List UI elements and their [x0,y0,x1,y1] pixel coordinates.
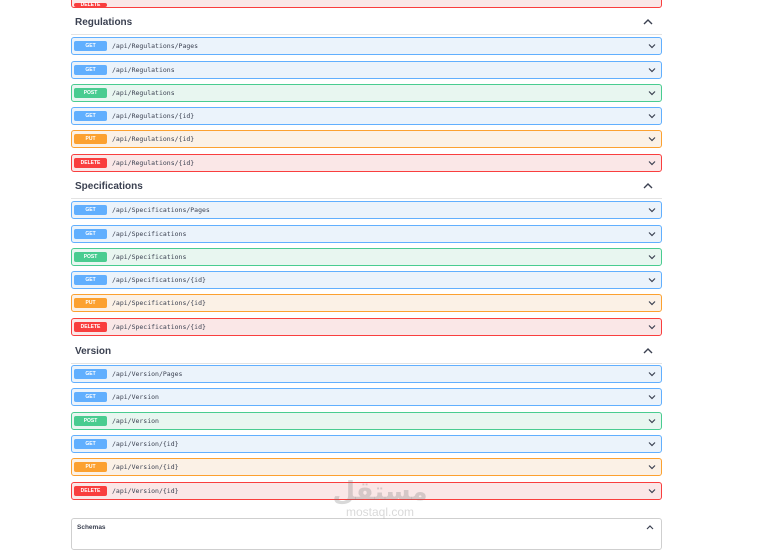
method-badge: DELETE [74,486,107,496]
method-badge: DELETE [74,158,107,168]
endpoint-row[interactable]: PUT /api/Version/{id} [71,458,662,476]
method-badge: GET [74,392,107,402]
endpoint-path: /api/Specifications/{id} [112,299,206,307]
chevron-up-icon[interactable] [645,523,655,531]
method-badge: GET [74,111,107,121]
endpoint-row[interactable]: GET /api/Version/Pages [71,365,662,383]
schemas-section[interactable]: Schemas [71,518,662,550]
chevron-down-icon[interactable] [647,158,657,168]
method-badge: DELETE [74,2,107,8]
endpoint-row[interactable]: GET /api/Regulations/{id} [71,107,662,125]
chevron-down-icon[interactable] [647,205,657,215]
endpoint-row[interactable]: GET /api/Specifications/Pages [71,201,662,219]
endpoint-row[interactable]: PUT /api/Specifications/{id} [71,294,662,312]
endpoint-path: /api/Specifications/Pages [112,206,210,214]
section-title: Specifications [75,181,143,192]
method-badge: PUT [74,298,107,308]
chevron-down-icon[interactable] [647,275,657,285]
method-badge: GET [74,275,107,285]
chevron-up-icon [643,19,653,25]
endpoint-path: /api/Specifications [112,230,187,238]
endpoint-row[interactable]: GET /api/Specifications/{id} [71,271,662,289]
endpoint-row[interactable]: POST /api/Version [71,412,662,430]
endpoint-row[interactable]: DELETE /api/Regulations/{id} [71,154,662,172]
method-badge: PUT [74,462,107,472]
chevron-down-icon[interactable] [647,322,657,332]
method-badge: PUT [74,134,107,144]
endpoint-path: /api/Version/{id} [112,487,179,495]
endpoint-path: /api/Regulations/Pages [112,42,199,50]
method-badge: POST [74,88,107,98]
chevron-down-icon[interactable] [647,369,657,379]
chevron-down-icon[interactable] [647,486,657,496]
chevron-down-icon[interactable] [647,252,657,262]
chevron-down-icon[interactable] [647,65,657,75]
endpoint-path: /api/Specifications/{id} [112,323,206,331]
endpoint-path: /api/Version/{id} [112,463,179,471]
endpoint-row[interactable]: GET /api/Version/{id} [71,435,662,453]
endpoint-path: /api/Regulations/{id} [112,135,195,143]
method-badge: POST [74,416,107,426]
watermark-arabic: مستقل [332,477,428,507]
chevron-down-icon[interactable] [647,439,657,449]
endpoint-path: /api/Specifications/{id} [112,276,206,284]
method-badge: GET [74,439,107,449]
endpoint-path: /api/Version [112,417,159,425]
method-badge: GET [74,205,107,215]
section-title: Regulations [75,17,133,28]
endpoint-row[interactable]: GET /api/Specifications [71,225,662,243]
chevron-down-icon[interactable] [647,392,657,402]
endpoint-path: /api/Version/Pages [112,370,183,378]
endpoint-row-partial[interactable]: DELETE [71,0,662,8]
endpoint-path: /api/Regulations/{id} [112,159,195,167]
endpoint-row[interactable]: GET /api/Regulations [71,61,662,79]
chevron-down-icon[interactable] [647,41,657,51]
chevron-down-icon[interactable] [647,416,657,426]
method-badge: GET [74,41,107,51]
endpoint-row[interactable]: GET /api/Regulations/Pages [71,37,662,55]
section-title: Version [75,346,112,357]
watermark: مستقل mostaql.com [330,478,430,518]
endpoint-row[interactable]: DELETE /api/Specifications/{id} [71,318,662,336]
endpoint-row[interactable]: PUT /api/Regulations/{id} [71,130,662,148]
endpoint-path: /api/Regulations [112,66,175,74]
chevron-down-icon[interactable] [647,298,657,308]
method-badge: DELETE [74,322,107,332]
chevron-up-icon [643,183,653,189]
endpoint-path: /api/Regulations/{id} [112,112,195,120]
endpoint-path: /api/Version [112,393,159,401]
endpoint-path: /api/Specifications [112,253,187,261]
section-header-regulations[interactable]: Regulations [71,12,662,35]
chevron-down-icon[interactable] [647,229,657,239]
chevron-down-icon[interactable] [647,462,657,472]
chevron-down-icon[interactable] [647,88,657,98]
section-header-specifications[interactable]: Specifications [71,176,662,199]
endpoint-row[interactable]: POST /api/Regulations [71,84,662,102]
watermark-latin: mostaql.com [345,505,415,519]
method-badge: GET [74,229,107,239]
method-badge: POST [74,252,107,262]
section-header-version[interactable]: Version [71,341,662,364]
endpoint-row[interactable]: POST /api/Specifications [71,248,662,266]
endpoint-path: /api/Regulations [112,89,175,97]
chevron-down-icon[interactable] [647,134,657,144]
endpoint-row[interactable]: GET /api/Version [71,388,662,406]
endpoint-path: /api/Version/{id} [112,440,179,448]
method-badge: GET [74,369,107,379]
chevron-down-icon[interactable] [647,111,657,121]
schemas-title: Schemas [77,524,106,531]
method-badge: GET [74,65,107,75]
chevron-up-icon [643,348,653,354]
